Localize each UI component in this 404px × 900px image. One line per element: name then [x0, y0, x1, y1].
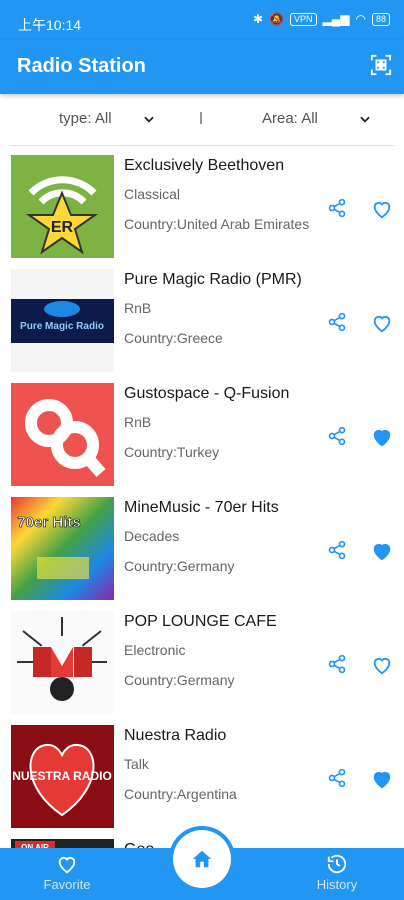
- page-title: Radio Station: [17, 55, 146, 77]
- divider: [10, 145, 394, 146]
- heart-filled-icon[interactable]: [371, 426, 393, 448]
- chevron-down-icon: [143, 116, 154, 123]
- share-icon[interactable]: [327, 198, 347, 218]
- station-name: MineMusic - 70er Hits: [124, 499, 279, 516]
- qr-scan-icon[interactable]: [370, 54, 392, 76]
- share-icon[interactable]: [327, 312, 347, 332]
- status-time: 上午10:14: [18, 17, 82, 33]
- type-filter[interactable]: type: All: [59, 110, 156, 127]
- station-item[interactable]: Pure Magic Radio Pure Magic Radio (PMR) …: [0, 269, 404, 373]
- home-button[interactable]: [169, 826, 235, 892]
- station-logo: Pure Magic Radio: [11, 269, 114, 372]
- station-genre: Electronic: [124, 642, 186, 658]
- tab-favorite[interactable]: Favorite: [27, 848, 107, 900]
- share-icon[interactable]: [327, 654, 347, 674]
- station-logo-text: 70er Hits: [17, 514, 80, 531]
- station-genre: RnB: [124, 414, 152, 430]
- wifi-icon: ◠: [355, 12, 366, 26]
- status-bar: 上午10:14 ✱ 🔕 VPN ▂▄▆ ◠ 88: [0, 0, 404, 40]
- station-genre: Talk: [124, 756, 149, 772]
- vpn-badge: VPN: [290, 12, 317, 26]
- station-country: Country:Argentina: [124, 786, 237, 802]
- station-item[interactable]: Gustospace - Q-Fusion RnB Country:Turkey: [0, 383, 404, 487]
- heart-filled-icon[interactable]: [371, 540, 393, 562]
- chevron-down-icon: [360, 116, 370, 123]
- tab-favorite-label: Favorite: [43, 877, 91, 892]
- station-country: Country:United Arab Emirates: [124, 216, 310, 232]
- station-logo-text: NUESTRA RADIO: [12, 769, 112, 783]
- station-item[interactable]: ER Exclusively Beethoven Classical Count…: [0, 155, 404, 259]
- station-logo-text: ER: [51, 219, 74, 236]
- station-logo: 70er Hits: [11, 497, 114, 600]
- heart-filled-icon[interactable]: [371, 768, 393, 790]
- station-logo: [11, 611, 114, 714]
- tab-history[interactable]: History: [297, 848, 377, 900]
- heart-outline-icon[interactable]: [371, 198, 393, 220]
- station-genre: Classical: [124, 186, 181, 202]
- station-name: Exclusively Beethoven: [124, 157, 285, 174]
- type-filter-label: type: All: [59, 110, 112, 127]
- area-filter[interactable]: Area: All: [262, 110, 372, 127]
- station-logo: [11, 383, 114, 486]
- status-icons: ✱ 🔕 VPN ▂▄▆ ◠ 88: [253, 12, 390, 26]
- share-icon[interactable]: [327, 768, 347, 788]
- signal-icon: ▂▄▆: [322, 12, 350, 26]
- station-item[interactable]: POP LOUNGE CAFE Electronic Country:Germa…: [0, 611, 404, 715]
- tab-history-label: History: [316, 877, 358, 892]
- heart-outline-icon[interactable]: [371, 312, 393, 334]
- station-name: Nuestra Radio: [124, 727, 227, 744]
- station-name: Pure Magic Radio (PMR): [124, 271, 302, 288]
- station-genre: Decades: [124, 528, 180, 544]
- station-item[interactable]: 70er Hits MineMusic - 70er Hits Decades …: [0, 497, 404, 601]
- station-country: Country:Germany: [124, 558, 235, 574]
- station-name: Gustospace - Q-Fusion: [124, 385, 290, 402]
- bluetooth-icon: ✱: [253, 12, 264, 26]
- home-icon: [192, 850, 212, 868]
- station-country: Country:Greece: [124, 330, 223, 346]
- share-icon[interactable]: [327, 426, 347, 446]
- app-bar: Radio Station: [0, 40, 404, 94]
- station-item[interactable]: NUESTRA RADIO Nuestra Radio Talk Country…: [0, 725, 404, 829]
- station-country: Country:Turkey: [124, 444, 220, 460]
- filter-divider: [200, 112, 202, 124]
- heart-outline-icon: [58, 857, 76, 874]
- station-logo: NUESTRA RADIO: [11, 725, 114, 828]
- station-logo-text: Pure Magic Radio: [20, 321, 104, 332]
- history-icon: [327, 854, 347, 874]
- station-genre: RnB: [124, 300, 152, 316]
- mute-icon: 🔕: [269, 12, 285, 26]
- station-logo: ER: [11, 155, 114, 258]
- heart-outline-icon[interactable]: [371, 654, 393, 676]
- filter-bar: type: All Area: All: [0, 100, 404, 142]
- share-icon[interactable]: [327, 540, 347, 560]
- battery-icon: 88: [371, 12, 390, 26]
- station-country: Country:Germany: [124, 672, 235, 688]
- station-name: POP LOUNGE CAFE: [124, 613, 277, 630]
- area-filter-label: Area: All: [262, 110, 318, 127]
